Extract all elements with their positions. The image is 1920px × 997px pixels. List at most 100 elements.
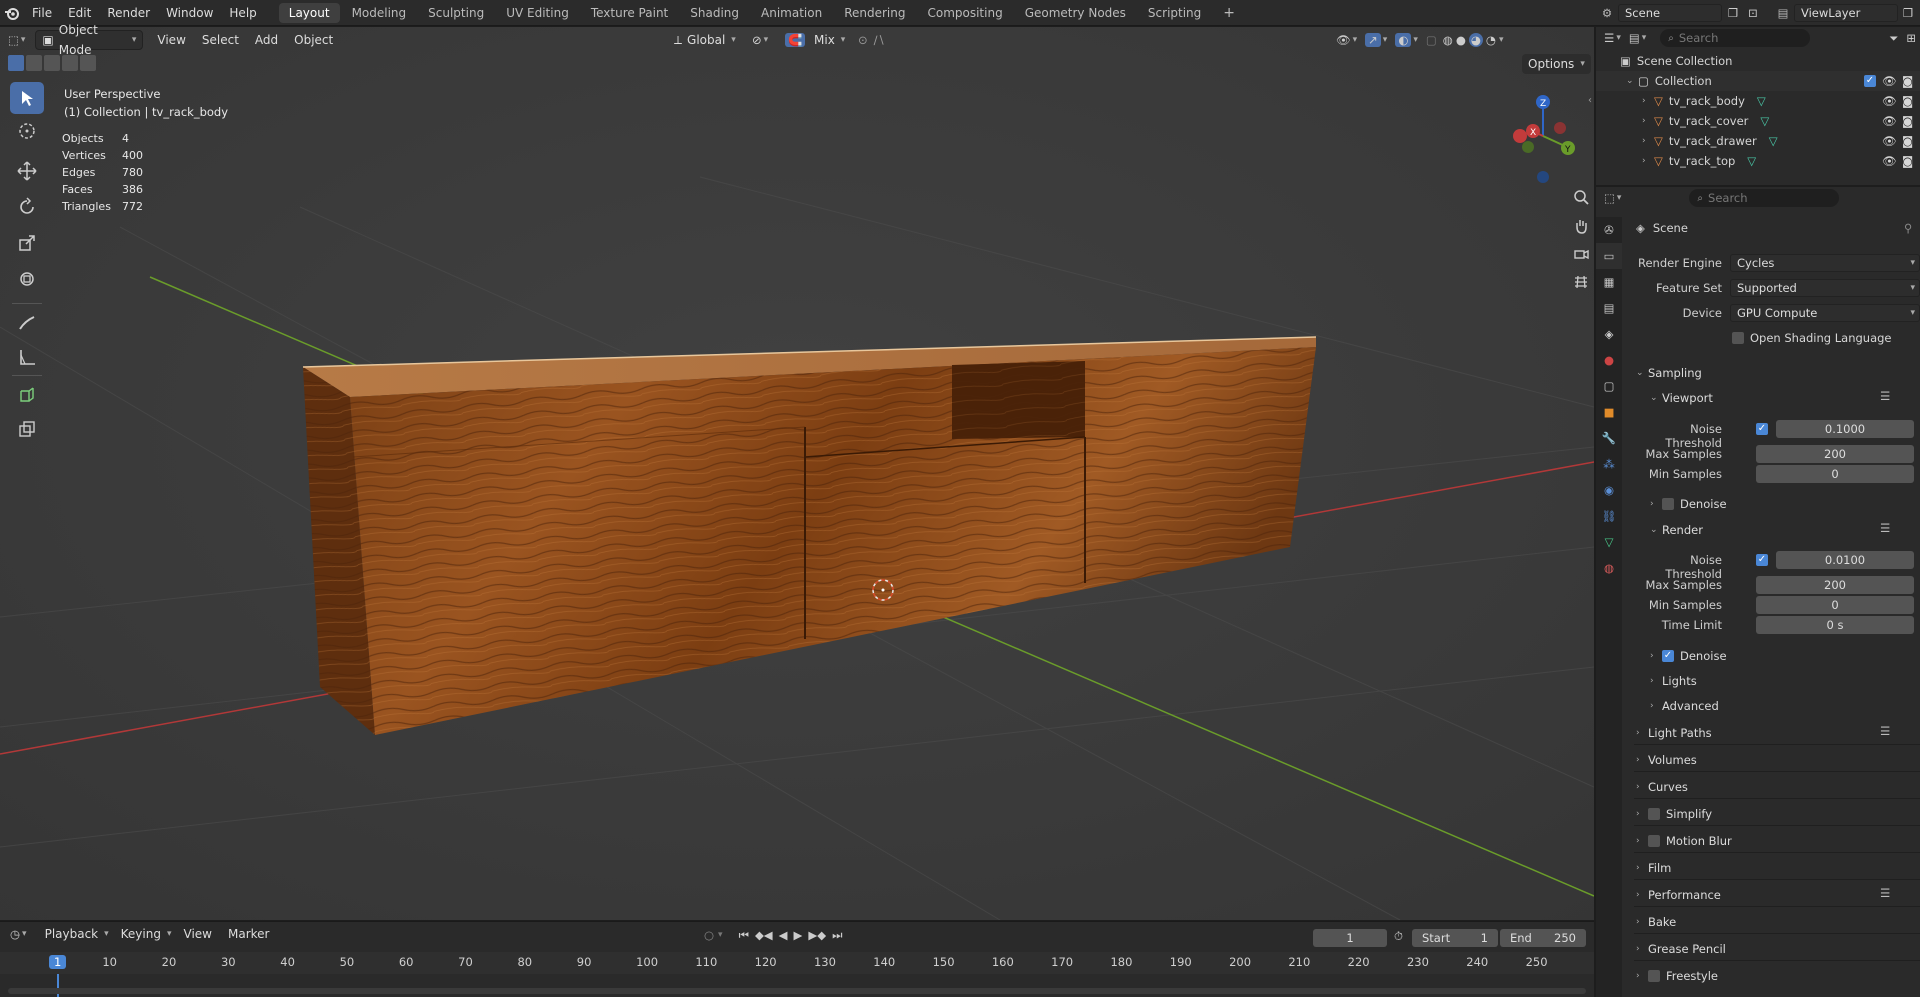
tab-modeling[interactable]: Modeling (342, 3, 417, 23)
viewport-max-samples-field[interactable]: 200 (1756, 445, 1914, 463)
rotate-tool-icon[interactable] (10, 191, 44, 223)
menu-keying[interactable]: Keying (115, 924, 167, 944)
overlay-toggle-icon[interactable]: ◐ (1395, 33, 1412, 47)
panel-volumes[interactable]: › Volumes (1636, 749, 1697, 771)
zoom-icon[interactable] (1568, 184, 1594, 210)
pin-icon[interactable]: ⚲ (1904, 221, 1912, 235)
editor-type-selector[interactable]: ⬚ ▾ (8, 33, 25, 47)
particles-tab-icon[interactable]: ⁂ (1596, 451, 1622, 477)
snap-magnet-icon[interactable]: 🧲 (785, 33, 806, 47)
viewport-noise-threshold-checkbox[interactable]: ✓ (1756, 423, 1768, 435)
mode-selector[interactable]: ▣ Object Mode ▾ (35, 23, 144, 57)
menu-playback[interactable]: Playback (39, 924, 105, 944)
start-frame-field[interactable]: Start 1 (1412, 929, 1498, 947)
panel-freestyle[interactable]: › Freestyle (1636, 965, 1718, 987)
3d-viewport[interactable]: User Perspective (1) Collection | tv_rac… (0, 27, 1594, 920)
tab-animation[interactable]: Animation (751, 3, 832, 23)
constraints-tab-icon[interactable]: ⛓ (1596, 503, 1622, 529)
visibility-icon[interactable]: 👁 (1336, 33, 1351, 47)
menu-object[interactable]: Object (288, 30, 339, 50)
menu-view[interactable]: View (151, 30, 191, 50)
render-engine-dropdown[interactable]: Cycles ▾ (1730, 254, 1920, 272)
tab-layout[interactable]: Layout (278, 2, 340, 23)
select-extend-icon[interactable] (26, 55, 42, 71)
menu-select[interactable]: Select (196, 30, 245, 50)
panel-curves[interactable]: › Curves (1636, 776, 1688, 798)
clock-icon[interactable]: ◷ (10, 927, 20, 941)
menu-file[interactable]: File (24, 0, 60, 26)
outliner-object[interactable]: › ▽ tv_rack_top ▽ 👁 ◙ (1596, 151, 1920, 171)
viewport-denoise-checkbox[interactable] (1662, 498, 1674, 510)
new-scene-icon[interactable]: ❐ (1722, 6, 1744, 20)
measure-tool-icon[interactable] (10, 341, 44, 373)
select-new-icon[interactable] (8, 55, 24, 71)
collection-tab-icon[interactable]: ▢ (1596, 373, 1622, 399)
eye-icon[interactable]: 👁 (1882, 134, 1897, 148)
play-reverse-icon[interactable]: ◀ (779, 928, 788, 942)
object-tab-icon[interactable]: ■ (1596, 399, 1622, 425)
outliner-collection[interactable]: ⌄ ▢ Collection ✓ 👁 ◙ (1596, 71, 1920, 91)
next-keyframe-icon[interactable]: ▶◆ (808, 928, 826, 942)
menu-view[interactable]: View (178, 924, 218, 944)
modifier-tab-icon[interactable]: 🔧 (1596, 425, 1622, 451)
eye-icon[interactable]: 👁 (1882, 94, 1897, 108)
gizmo-toggle-icon[interactable]: ↗ (1365, 33, 1381, 47)
tab-scripting[interactable]: Scripting (1138, 3, 1211, 23)
render-denoise-checkbox[interactable]: ✓ (1662, 650, 1674, 662)
panel-bake[interactable]: › Bake (1636, 911, 1676, 933)
add-workspace-icon[interactable]: + (1213, 3, 1245, 23)
pan-hand-icon[interactable] (1568, 213, 1594, 239)
solid-shading-icon[interactable]: ● (1456, 33, 1466, 47)
simplify-checkbox[interactable] (1648, 808, 1660, 820)
feature-set-dropdown[interactable]: Supported ▾ (1730, 279, 1920, 297)
motion-blur-checkbox[interactable] (1648, 835, 1660, 847)
presets-list-icon[interactable]: ☰ (1880, 389, 1890, 403)
options-dropdown[interactable]: Options ▾ (1522, 54, 1591, 74)
snap-target[interactable]: Mix ▾ (808, 30, 845, 50)
properties-editor-icon[interactable]: ⬚ (1604, 191, 1615, 205)
viewport-denoise-subpanel[interactable]: › Denoise (1650, 493, 1727, 515)
scene-name[interactable]: Scene (1618, 4, 1722, 22)
tab-shading[interactable]: Shading (680, 3, 749, 23)
tab-texture-paint[interactable]: Texture Paint (581, 3, 678, 23)
lights-subpanel[interactable]: › Lights (1650, 670, 1697, 692)
view-layer-tab-icon[interactable]: ▤ (1596, 295, 1622, 321)
tab-sculpting[interactable]: Sculpting (418, 3, 494, 23)
select-subtract-icon[interactable] (44, 55, 60, 71)
advanced-subpanel[interactable]: › Advanced (1650, 695, 1719, 717)
material-tab-icon[interactable]: ◍ (1596, 555, 1622, 581)
chevron-right-icon[interactable]: › (1642, 96, 1654, 106)
outliner-object[interactable]: › ▽ tv_rack_drawer ▽ 👁 ◙ (1596, 131, 1920, 151)
proportional-edit-icon[interactable]: ⊙ (858, 33, 868, 47)
scene-selector[interactable]: ⚙ Scene ❐ ⊡ (1596, 3, 1762, 23)
timeline-scrollbar[interactable] (8, 988, 1586, 994)
jump-end-icon[interactable]: ⏭ (832, 928, 842, 943)
annotate-tool-icon[interactable] (10, 307, 44, 339)
panel-light-paths[interactable]: › Light Paths (1636, 722, 1712, 744)
select-box-tool-icon[interactable] (10, 82, 44, 114)
outliner-scene-collection[interactable]: ▣ Scene Collection (1596, 51, 1920, 71)
scene-tab-icon[interactable]: ◈ (1596, 321, 1622, 347)
grid-view-icon[interactable] (1568, 269, 1594, 295)
snap-toggle[interactable]: 🧲 (785, 30, 806, 50)
view-layer-name[interactable]: ViewLayer (1794, 4, 1898, 22)
pivot-point-selector[interactable]: ⊘ ▾ (752, 30, 768, 50)
filter-icon[interactable]: ⏷ (1889, 31, 1898, 46)
tab-uv-editing[interactable]: UV Editing (496, 3, 579, 23)
prev-keyframe-icon[interactable]: ◆◀ (755, 928, 773, 942)
xray-toggle-icon[interactable]: ▢ (1426, 33, 1437, 47)
data-tab-icon[interactable]: ▽ (1596, 529, 1622, 555)
proportional-edit[interactable]: ⊙ ∕∖ (858, 30, 885, 50)
scale-tool-icon[interactable] (10, 227, 44, 259)
osl-checkbox[interactable] (1732, 332, 1744, 344)
transform-orientation[interactable]: ⟂ Global ▾ (668, 30, 742, 50)
cursor-tool-icon[interactable] (10, 115, 44, 147)
delete-scene-icon[interactable]: ⊡ (1744, 6, 1762, 20)
outliner-object[interactable]: › ▽ tv_rack_cover ▽ 👁 ◙ (1596, 111, 1920, 131)
output-tab-icon[interactable]: ▦ (1596, 269, 1622, 295)
world-tab-icon[interactable]: ● (1596, 347, 1622, 373)
new-collection-icon[interactable]: ⊞ (1906, 31, 1916, 45)
transform-tool-icon[interactable] (10, 263, 44, 295)
mesh-data-icon[interactable]: ▽ (1747, 154, 1756, 168)
mesh-data-icon[interactable]: ▽ (1757, 94, 1766, 108)
